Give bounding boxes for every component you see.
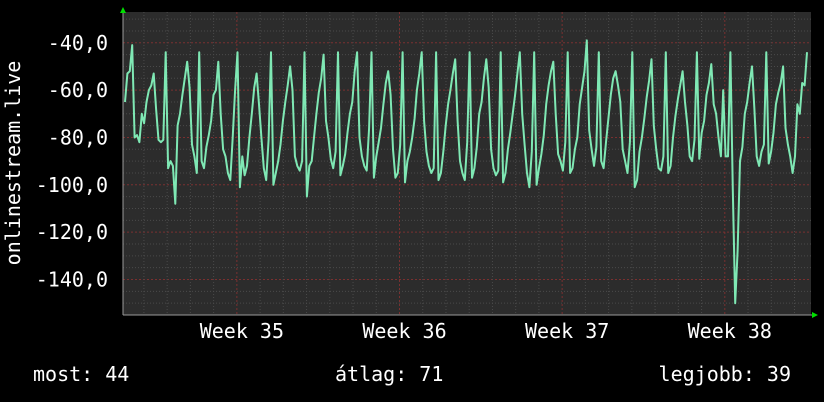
y-tick-label: -40,0 bbox=[48, 31, 108, 55]
x-tick-label: Week 37 bbox=[525, 319, 609, 343]
y-tick-label: -120,0 bbox=[36, 220, 108, 244]
y-tick-label: -140,0 bbox=[36, 267, 108, 291]
y-tick-label: -80,0 bbox=[48, 125, 108, 149]
x-tick-labels: Week 35 Week 36 Week 37 Week 38 bbox=[200, 319, 772, 343]
y-tick-label: -60,0 bbox=[48, 78, 108, 102]
current-value: most: 44 bbox=[33, 362, 130, 386]
y-tick-label: -100,0 bbox=[36, 173, 108, 197]
x-axis-arrow-icon bbox=[812, 312, 818, 318]
chart: -40,0 -60,0 -80,0 -100,0 -120,0 -140,0 Week 3… bbox=[1, 7, 818, 343]
y-tick-labels: -40,0 -60,0 -80,0 -100,0 -120,0 -140,0 bbox=[36, 31, 108, 292]
x-tick-label: Week 35 bbox=[200, 319, 284, 343]
y-axis-arrow-icon bbox=[120, 7, 126, 13]
x-tick-label: Week 38 bbox=[688, 319, 772, 343]
best-value: legjobb: 39 bbox=[658, 362, 791, 386]
x-tick-label: Week 36 bbox=[362, 319, 446, 343]
average-value: átlag: 71 bbox=[335, 362, 444, 386]
y-axis-label: onlinestream.live bbox=[1, 61, 25, 266]
